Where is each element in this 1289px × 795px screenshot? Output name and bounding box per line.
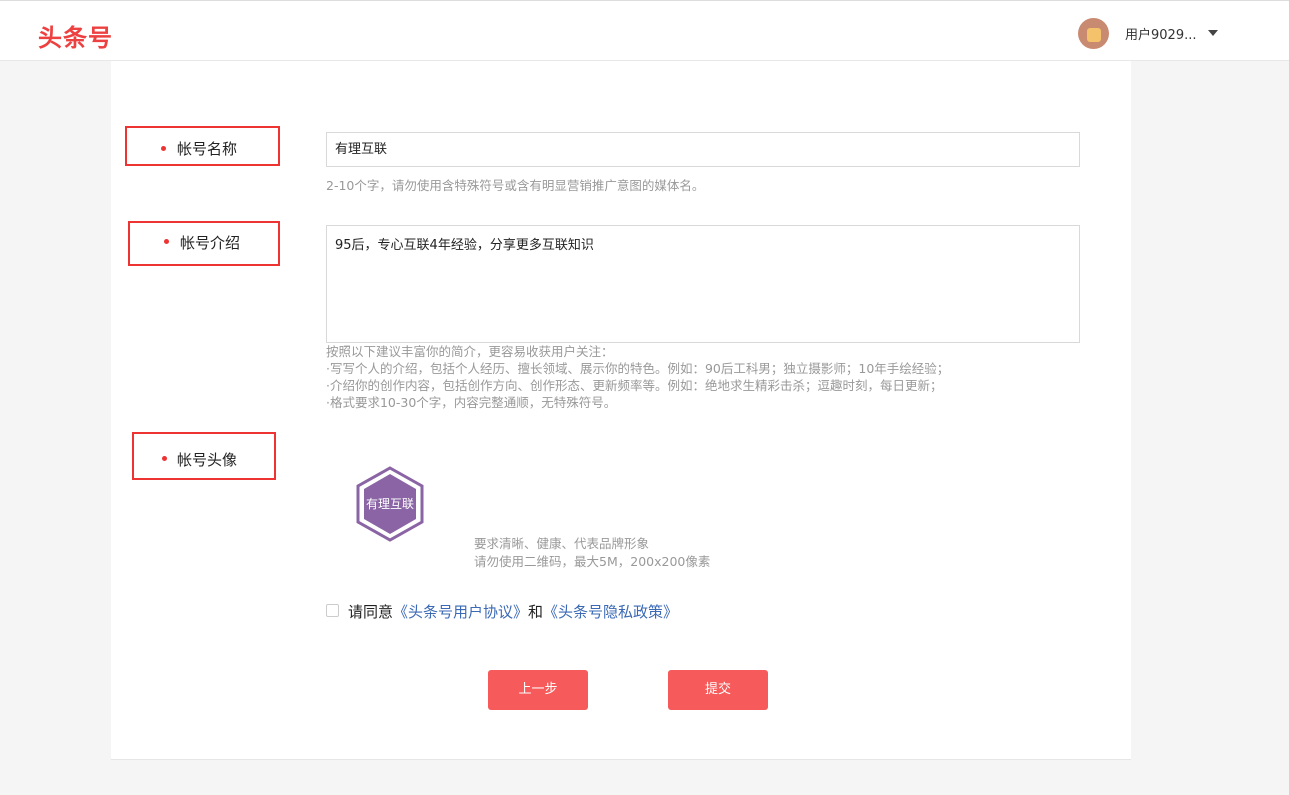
username[interactable]: 用户9029... [1125, 24, 1196, 43]
intro-hint-1: ·写写个人的介绍，包括个人经历、擅长领域、展示你的特色。例如：90后工科男；独立… [326, 361, 950, 376]
user-menu[interactable]: 用户9029... [1078, 17, 1219, 49]
prev-step-button[interactable]: 上一步 [488, 670, 588, 710]
privacy-policy-link[interactable]: 《头条号隐私政策》 [543, 603, 678, 621]
avatar[interactable] [1078, 17, 1109, 49]
avatar-hint-1: 请勿使用二维码，最大5M，200x200像素 [474, 554, 711, 569]
name-label: 帐号名称 [177, 140, 238, 158]
caret-down-icon[interactable] [1208, 30, 1219, 36]
intro-hint-3: ·格式要求10-30个字，内容完整通顺，无特殊符号。 [326, 395, 617, 410]
form-card: 帐号名称 有理互联 2-10个字，请勿使用含特殊符号或含有明显营销推广意图的媒体… [111, 61, 1131, 760]
required-dot [164, 239, 169, 244]
avatar-label-box: 帐号头像 [132, 432, 276, 480]
agree-text: 请同意《头条号用户协议》和《头条号隐私政策》 [348, 601, 678, 622]
intro-hint-2: ·介绍你的创作内容，包括创作方向、创作形态、更新频率等。例如：绝地求生精彩击杀；… [326, 378, 943, 393]
intro-label-box: 帐号介绍 [128, 221, 280, 266]
top-bar: 头条号 用户9029... [0, 0, 1289, 61]
logo[interactable]: 头条号 [38, 18, 113, 53]
agree-prefix: 请同意 [348, 603, 394, 621]
avatar-logo-text: 有理互联 [366, 497, 414, 511]
name-label-box: 帐号名称 [125, 126, 280, 166]
avatar-hint-0: 要求清晰、健康、代表品牌形象 [474, 536, 650, 551]
name-input[interactable]: 有理互联 [326, 132, 1080, 167]
agree-checkbox[interactable] [326, 604, 339, 617]
avatar-label: 帐号头像 [177, 451, 238, 469]
name-hint: 2-10个字，请勿使用含特殊符号或含有明显营销推广意图的媒体名。 [326, 178, 705, 193]
user-agreement-link[interactable]: 《头条号用户协议》 [393, 603, 528, 621]
agree-and: 和 [528, 603, 544, 621]
required-dot [161, 146, 166, 151]
intro-textarea[interactable]: 95后，专心互联4年经验，分享更多互联知识 [326, 225, 1080, 343]
intro-label: 帐号介绍 [180, 234, 241, 252]
avatar-image[interactable]: 有理互联 [355, 466, 425, 542]
required-dot [162, 456, 167, 461]
intro-hint-0: 按照以下建议丰富你的简介，更容易收获用户关注： [326, 344, 614, 359]
submit-button[interactable]: 提交 [668, 670, 768, 710]
